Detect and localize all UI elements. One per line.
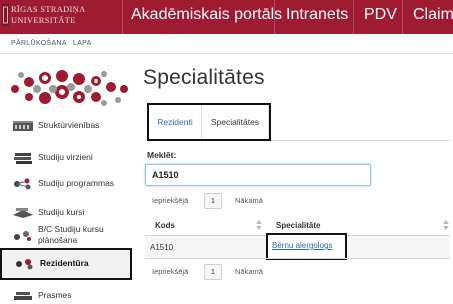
- nav-divider: [274, 0, 275, 34]
- highlight-box: Bērnu alergologs: [266, 233, 347, 260]
- tab-underline: [271, 140, 450, 141]
- pager-page-number[interactable]: 1: [204, 264, 222, 280]
- pager-top: Iepriekšējā 1 Nākamā: [152, 193, 272, 211]
- search-input[interactable]: [145, 164, 371, 186]
- sidebar-item-label: Studiju kursi: [38, 207, 85, 217]
- sidebar-item-label: B/C Studiju kursu plānošana: [38, 224, 126, 245]
- books-icon: [14, 153, 32, 164]
- table-row-divider: [145, 258, 450, 259]
- sidebar-item-label: Studiju virzieni: [38, 152, 93, 162]
- network-icon: [14, 178, 31, 190]
- sidebar-item-label-text: B/C Studiju kursu plānošana: [38, 224, 104, 245]
- nav-intranets[interactable]: Intranets: [286, 6, 348, 24]
- column-header-kods[interactable]: Kods: [155, 221, 175, 230]
- tab-rezidenti[interactable]: Rezidenti: [149, 105, 201, 139]
- nav-divider: [122, 0, 123, 34]
- pager-prev[interactable]: Iepriekšējā: [152, 267, 188, 276]
- sidebar-item-rezidentura[interactable]: Rezidentūra: [0, 248, 132, 280]
- pager-next[interactable]: Nākamā: [235, 267, 263, 276]
- pager-bottom: Iepriekšējā 1 Nākamā: [152, 264, 272, 282]
- page-title: Specialitātes: [143, 66, 265, 89]
- nav-divider: [353, 0, 354, 34]
- nav-divider: [402, 0, 403, 34]
- sidebar-item-label: Prasmes: [38, 290, 72, 300]
- cell-specialty-link[interactable]: Bērnu alergologs: [272, 241, 332, 250]
- search-label: Meklēt:: [147, 150, 177, 160]
- sidebar-item-label: Rezidentūra: [40, 258, 89, 268]
- planning-icon: [14, 231, 31, 241]
- sort-icon[interactable]: [443, 220, 449, 230]
- ribbon-tab-lapa[interactable]: LAPA: [73, 40, 92, 47]
- sidebar-item-prasmes[interactable]: Prasmes: [0, 280, 132, 304]
- crest-icon: [2, 4, 9, 26]
- ribbon-tab-parlukosana[interactable]: PĀRLŪKOŠANA: [11, 40, 67, 47]
- top-header: RĪGAS STRADIŅA UNIVERSITĀTE Akadēmiskais…: [0, 0, 453, 34]
- pager-next[interactable]: Nākamā: [235, 196, 263, 205]
- residency-icon: [16, 259, 33, 270]
- pager-page-number[interactable]: 1: [204, 193, 222, 209]
- university-logo[interactable]: RĪGAS STRADIŅA UNIVERSITĀTE: [0, 0, 122, 34]
- sidebar-item-strukturvienibas[interactable]: Struktūrvienības: [0, 110, 132, 142]
- nav-claims[interactable]: Claims: [413, 6, 453, 24]
- building-icon: [13, 121, 33, 131]
- pager-prev[interactable]: Iepriekšējā: [152, 196, 188, 205]
- logo-line-2: UNIVERSITĀTE: [11, 16, 76, 25]
- course-icon: [13, 208, 33, 218]
- site-icons-logo: [11, 70, 128, 106]
- logo-line-1: RĪGAS STRADIŅA: [11, 5, 86, 14]
- logo-text: RĪGAS STRADIŅA UNIVERSITĀTE: [11, 4, 121, 26]
- cell-code: A1510: [150, 243, 174, 252]
- sort-icon[interactable]: [256, 220, 262, 230]
- sidebar-item-studiju-programmas[interactable]: Studiju programmas: [0, 168, 132, 200]
- sidebar-item-label: Struktūrvienības: [38, 120, 100, 130]
- tab-strip: Rezidenti Specialitātes: [147, 103, 271, 141]
- tab-specialitates[interactable]: Specialitātes: [201, 105, 269, 139]
- nav-akademiskais-portals[interactable]: Akadēmiskais portāls: [131, 6, 282, 24]
- sidebar-item-label: Studiju programmas: [38, 178, 115, 188]
- ribbon-bar: PĀRLŪKOŠANA LAPA: [0, 34, 453, 54]
- nav-pdv[interactable]: PDV: [364, 6, 397, 24]
- skills-icon: [14, 292, 32, 300]
- column-header-specialitate[interactable]: Specialitāte: [276, 221, 320, 230]
